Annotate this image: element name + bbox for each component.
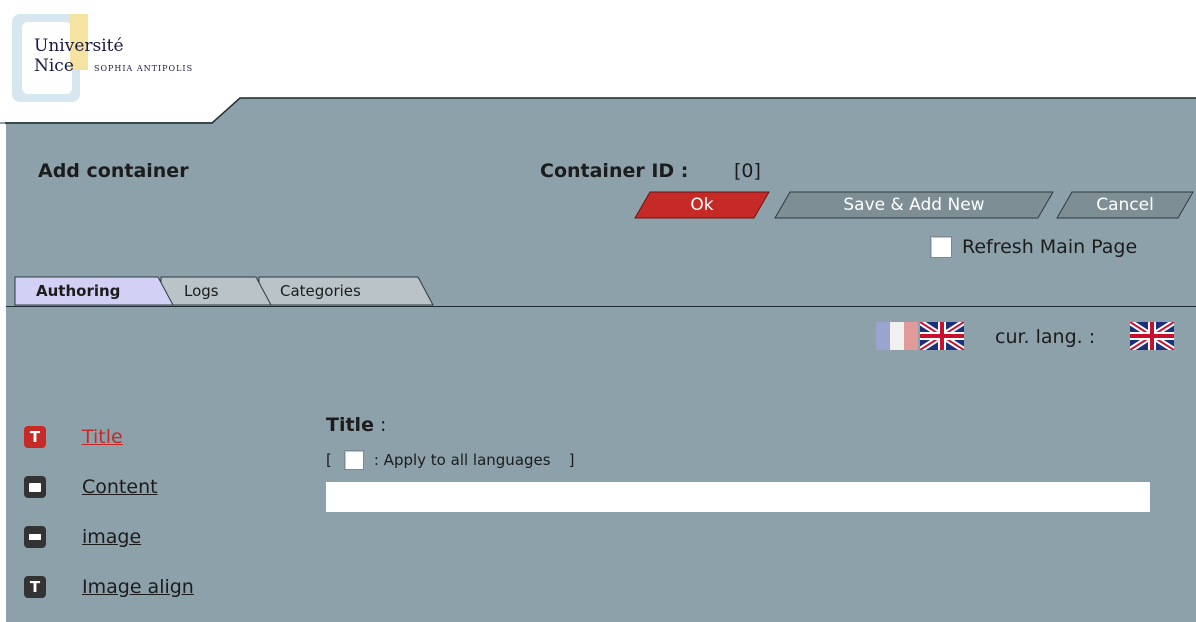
refresh-main-page-option: Refresh Main Page	[930, 236, 1137, 258]
apply-bracket-open: [	[326, 451, 332, 469]
refresh-main-page-label: Refresh Main Page	[962, 236, 1138, 258]
save-add-new-button-label: Save & Add New	[843, 195, 985, 215]
content-block-icon	[24, 476, 46, 498]
apply-bracket-close: ]	[568, 451, 575, 469]
nav-item-image[interactable]: image	[24, 526, 141, 548]
ok-button-label: Ok	[690, 195, 714, 215]
tab-logs-label: Logs	[184, 282, 219, 300]
nav-item-image-link[interactable]: image	[82, 526, 141, 548]
tab-categories[interactable]: Categories	[258, 276, 434, 306]
page-title: Add container	[38, 160, 189, 182]
nav-item-content[interactable]: Content	[24, 476, 158, 498]
logo-line-3: SOPHIA ANTIPOLIS	[94, 64, 194, 73]
cancel-button-label: Cancel	[1096, 195, 1154, 215]
tab-bar: Categories Logs Authoring	[10, 276, 1196, 308]
apply-all-languages-checkbox[interactable]	[343, 450, 364, 470]
nav-item-title[interactable]: T Title	[24, 426, 123, 448]
nav-item-image-align-link[interactable]: Image align	[82, 576, 194, 598]
image-block-icon	[24, 526, 46, 548]
nav-item-title-link[interactable]: Title	[82, 426, 123, 448]
container-id-value: [0]	[734, 160, 761, 182]
french-flag-icon[interactable]	[876, 322, 918, 350]
current-language-uk-flag-icon	[1130, 322, 1174, 350]
title-field-name: Title	[326, 414, 374, 436]
title-field-colon: :	[373, 414, 387, 436]
text-icon: T	[24, 576, 46, 598]
container-id-label: Container ID :	[540, 160, 689, 182]
apply-all-languages-label: : Apply to all languages	[373, 451, 551, 469]
logo-line-2: Nice	[34, 56, 74, 76]
cancel-button[interactable]: Cancel	[1056, 191, 1194, 219]
title-field-label: Title :	[326, 414, 386, 436]
tab-divider	[6, 306, 1196, 307]
header: Université Nice SOPHIA ANTIPOLIS	[0, 0, 1196, 124]
uk-flag-icon[interactable]	[920, 322, 964, 350]
logo-line-1: Université	[34, 36, 124, 56]
nav-item-image-align[interactable]: T Image align	[24, 576, 194, 598]
tab-authoring-label: Authoring	[36, 282, 121, 300]
tab-authoring[interactable]: Authoring	[14, 276, 174, 306]
ok-button[interactable]: Ok	[634, 191, 770, 219]
refresh-main-page-checkbox[interactable]	[930, 236, 952, 258]
nav-item-content-link[interactable]: Content	[82, 476, 158, 498]
title-input[interactable]	[326, 482, 1150, 512]
current-language-label: cur. lang. :	[995, 326, 1096, 348]
tab-categories-label: Categories	[280, 282, 361, 300]
save-add-new-button[interactable]: Save & Add New	[774, 191, 1054, 219]
apply-all-languages-option: [ : Apply to all languages ]	[326, 450, 574, 470]
university-logo: Université Nice SOPHIA ANTIPOLIS	[12, 14, 227, 106]
tab-logs[interactable]: Logs	[160, 276, 272, 306]
text-icon: T	[24, 426, 46, 448]
